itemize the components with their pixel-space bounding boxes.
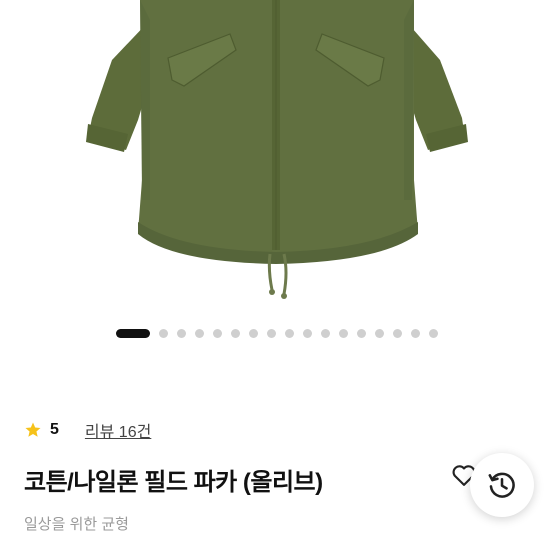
carousel-dot[interactable] (302, 328, 312, 338)
carousel-dot[interactable] (320, 328, 330, 338)
carousel-dot[interactable] (266, 328, 276, 338)
star-icon (25, 422, 41, 437)
product-subtitle: 일상을 위한 균형 (24, 516, 129, 533)
carousel-dot[interactable] (392, 328, 402, 338)
rating-row: 5 리뷰 16건 (24, 417, 151, 443)
carousel-dot[interactable] (194, 328, 204, 338)
carousel-dot[interactable] (115, 328, 150, 338)
carousel-indicator[interactable] (0, 326, 553, 340)
carousel-dot[interactable] (212, 328, 222, 338)
carousel-dot[interactable] (410, 328, 420, 338)
carousel-dot[interactable] (338, 328, 348, 338)
carousel-dot[interactable] (284, 328, 294, 338)
carousel-dot[interactable] (176, 328, 186, 338)
product-title: 코튼/나일론 필드 파카 (올리브) (24, 469, 323, 496)
carousel-dot[interactable] (356, 328, 366, 338)
history-icon (488, 472, 515, 498)
history-button[interactable] (470, 453, 534, 517)
carousel-dot[interactable] (230, 328, 240, 338)
carousel-dot[interactable] (158, 328, 168, 338)
rating-score: 5 (50, 421, 59, 438)
carousel-dot[interactable] (248, 328, 258, 338)
carousel-dot[interactable] (374, 328, 384, 338)
parka-illustration (86, 0, 468, 299)
carousel-dot[interactable] (428, 328, 438, 338)
product-image[interactable] (0, 0, 553, 318)
reviews-link[interactable]: 리뷰 16건 (85, 418, 151, 442)
